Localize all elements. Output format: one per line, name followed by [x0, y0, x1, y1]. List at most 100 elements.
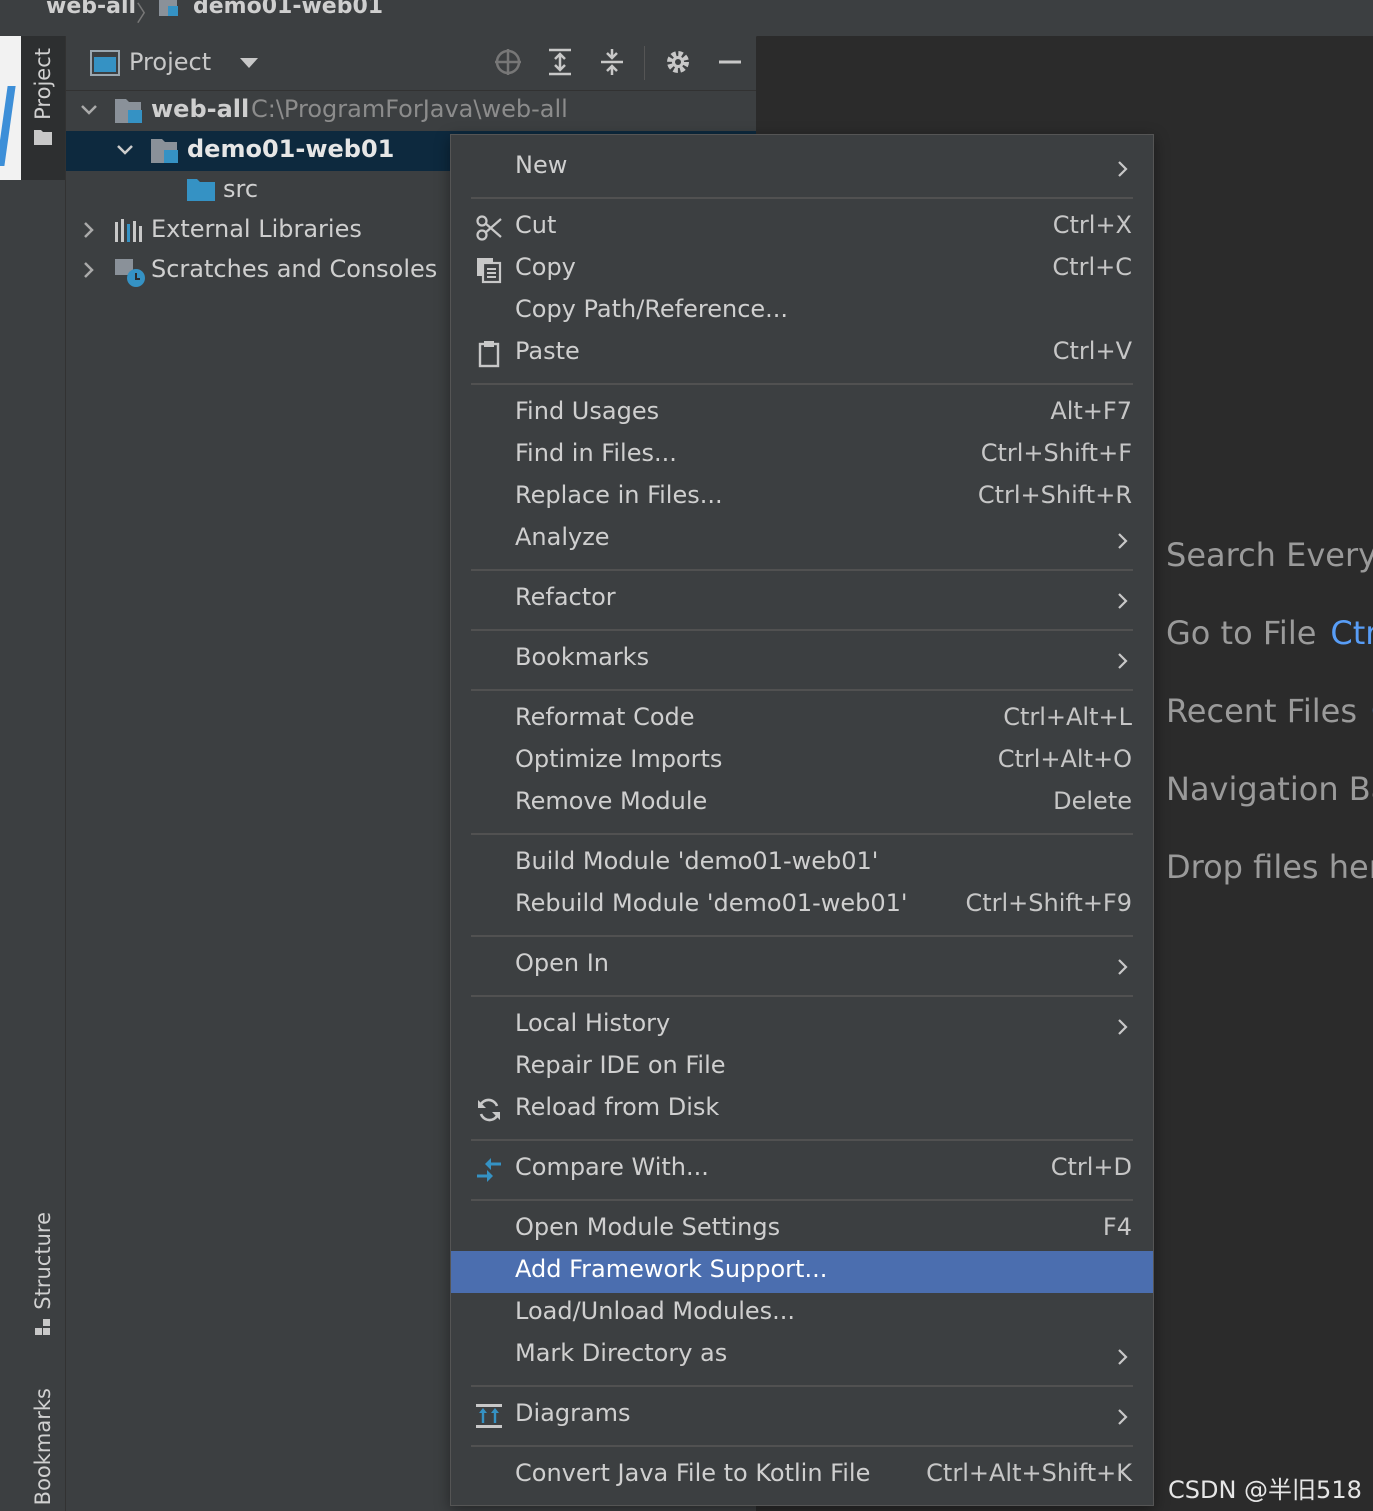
menu-label: New [515, 151, 568, 179]
tree-path-web-all: C:\ProgramForJava\web-all [251, 95, 568, 123]
menu-label: Paste [515, 337, 580, 365]
menu-separator [471, 1139, 1133, 1141]
menu-shortcut: Alt+F7 [1050, 397, 1132, 425]
chevron-right-icon[interactable] [78, 219, 100, 241]
tab-project[interactable]: Project [21, 36, 65, 180]
chevron-down-icon[interactable] [78, 99, 100, 121]
expand-all-icon[interactable] [544, 46, 576, 78]
navigation-bar: web-all 〉 demo01-web01 [21, 0, 1373, 37]
menu-item-analyze[interactable]: Analyze [451, 519, 1153, 561]
submenu-arrow-icon [1118, 161, 1128, 177]
menu-separator [471, 1385, 1133, 1387]
submenu-arrow-icon [1118, 653, 1128, 669]
source-folder-icon [187, 179, 215, 201]
reload-icon [478, 1098, 500, 1122]
menu-shortcut: Ctrl+Alt+L [1003, 703, 1132, 731]
menu-item-diagrams[interactable]: Diagrams [451, 1395, 1153, 1437]
menu-label: Find in Files... [515, 439, 677, 467]
submenu-arrow-icon [1118, 533, 1128, 549]
menu-label: Reload from Disk [515, 1093, 720, 1121]
tab-bookmarks-label: Bookmarks [31, 1388, 55, 1506]
menu-label: Add Framework Support... [515, 1255, 828, 1283]
menu-shortcut: Ctrl+C [1052, 253, 1132, 281]
menu-item-compare-with[interactable]: Compare With... Ctrl+D [451, 1149, 1153, 1191]
menu-item-find-in-files[interactable]: Find in Files... Ctrl+Shift+F [451, 435, 1153, 477]
menu-label: Local History [515, 1009, 671, 1037]
menu-label: Repair IDE on File [515, 1051, 726, 1079]
tab-structure-label: Structure [31, 1212, 55, 1310]
menu-label: Reformat Code [515, 703, 695, 731]
menu-shortcut: Ctrl+Shift+F9 [965, 889, 1132, 917]
menu-shortcut: Ctrl+Shift+F [980, 439, 1132, 467]
breadcrumb-module[interactable]: demo01-web01 [193, 0, 383, 19]
module-folder-icon [115, 99, 142, 123]
menu-shortcut: Ctrl+Alt+Shift+K [926, 1459, 1132, 1487]
menu-item-convert-java-to-kotlin[interactable]: Convert Java File to Kotlin File Ctrl+Al… [451, 1455, 1153, 1497]
scissors-icon [476, 215, 502, 241]
menu-label: Copy [515, 253, 576, 281]
submenu-arrow-icon [1118, 593, 1128, 609]
diagram-icon [476, 1404, 502, 1428]
module-folder-icon [159, 0, 178, 16]
menu-item-add-framework-support[interactable]: Add Framework Support... [451, 1251, 1153, 1293]
menu-separator [471, 689, 1133, 691]
folder-icon [34, 129, 52, 145]
dropdown-arrow-icon[interactable] [238, 56, 260, 70]
menu-separator [471, 833, 1133, 835]
chevron-down-icon[interactable] [114, 139, 136, 161]
menu-label: Convert Java File to Kotlin File [515, 1459, 871, 1487]
chevron-right-icon[interactable] [78, 259, 100, 281]
menu-item-build-module[interactable]: Build Module 'demo01-web01' [451, 843, 1153, 885]
menu-item-open-module-settings[interactable]: Open Module Settings F4 [451, 1209, 1153, 1251]
collapse-all-icon[interactable] [596, 46, 628, 78]
hide-panel-icon[interactable] [714, 46, 746, 78]
submenu-arrow-icon [1118, 1409, 1128, 1425]
menu-item-cut[interactable]: Cut Ctrl+X [451, 207, 1153, 249]
hint-drop-files: Drop files her [1166, 848, 1373, 886]
libraries-icon [115, 219, 142, 242]
breadcrumb-separator: 〉 [136, 2, 159, 27]
menu-shortcut: Ctrl+D [1050, 1153, 1132, 1181]
context-menu: New Cut Ctrl+X Copy Ctrl+C Copy Path/Ref… [450, 134, 1154, 1506]
left-edge-strip [0, 0, 21, 1511]
menu-item-optimize-imports[interactable]: Optimize Imports Ctrl+Alt+O [451, 741, 1153, 783]
locate-file-icon[interactable] [492, 46, 524, 78]
menu-item-repair-ide[interactable]: Repair IDE on File [451, 1047, 1153, 1089]
menu-shortcut: Ctrl+Alt+O [997, 745, 1132, 773]
menu-shortcut: Ctrl+Shift+R [977, 481, 1132, 509]
menu-item-paste[interactable]: Paste Ctrl+V [451, 333, 1153, 375]
menu-label: Rebuild Module 'demo01-web01' [515, 889, 908, 917]
menu-item-bookmarks[interactable]: Bookmarks [451, 639, 1153, 681]
menu-item-remove-module[interactable]: Remove Module Delete [451, 783, 1153, 825]
menu-label: Build Module 'demo01-web01' [515, 847, 879, 875]
gear-icon[interactable] [662, 46, 694, 78]
tab-structure[interactable]: Structure [21, 1212, 65, 1352]
menu-shortcut: Ctrl+V [1052, 337, 1132, 365]
compare-arrows-icon [477, 1158, 501, 1182]
tab-bookmarks[interactable]: Bookmarks [21, 1388, 65, 1511]
menu-item-mark-directory-as[interactable]: Mark Directory as [451, 1335, 1153, 1377]
menu-item-reformat-code[interactable]: Reformat Code Ctrl+Alt+L [451, 699, 1153, 741]
menu-item-local-history[interactable]: Local History [451, 1005, 1153, 1047]
menu-label: Remove Module [515, 787, 708, 815]
menu-label: Copy Path/Reference... [515, 295, 789, 323]
submenu-arrow-icon [1118, 959, 1128, 975]
menu-label: Cut [515, 211, 557, 239]
menu-item-refactor[interactable]: Refactor [451, 579, 1153, 621]
hint-search-everywhere: Search Everyw [1166, 536, 1373, 574]
breadcrumb-root[interactable]: web-all [46, 0, 136, 19]
menu-item-find-usages[interactable]: Find Usages Alt+F7 [451, 393, 1153, 435]
menu-item-new[interactable]: New [451, 147, 1153, 189]
menu-item-copy[interactable]: Copy Ctrl+C [451, 249, 1153, 291]
project-view-selector[interactable]: Project [129, 48, 211, 76]
tree-node-web-all[interactable]: web-all C:\ProgramForJava\web-all [66, 91, 756, 131]
menu-item-open-in[interactable]: Open In [451, 945, 1153, 987]
clipboard-icon [478, 341, 500, 368]
menu-item-rebuild-module[interactable]: Rebuild Module 'demo01-web01' Ctrl+Shift… [451, 885, 1153, 927]
menu-item-load-unload-modules[interactable]: Load/Unload Modules... [451, 1293, 1153, 1335]
module-folder-icon [151, 139, 178, 163]
menu-item-copy-path[interactable]: Copy Path/Reference... [451, 291, 1153, 333]
menu-item-reload-from-disk[interactable]: Reload from Disk [451, 1089, 1153, 1131]
structure-icon [35, 1318, 50, 1335]
menu-item-replace-in-files[interactable]: Replace in Files... Ctrl+Shift+R [451, 477, 1153, 519]
